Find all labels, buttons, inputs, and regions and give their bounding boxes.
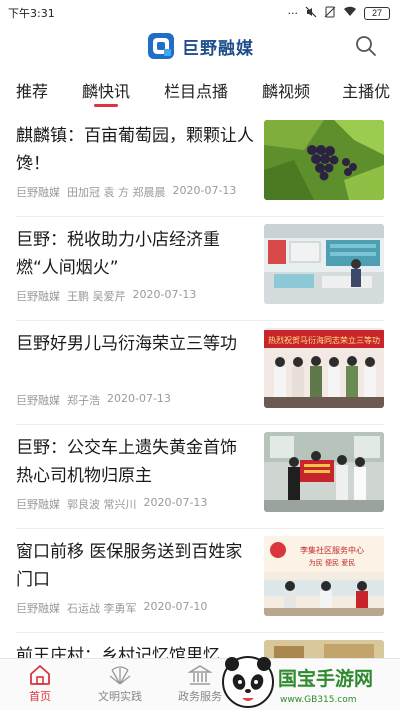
no-sim-icon <box>324 6 336 21</box>
active-tab-indicator <box>94 104 119 107</box>
status-bar: 下午3:31 ··· 27 <box>0 0 400 26</box>
tab-lin-news[interactable]: 麟快讯 <box>82 72 131 107</box>
news-date: 2020-07-13 <box>172 184 237 197</box>
tab-anchor[interactable]: 主播优 <box>342 72 390 102</box>
news-source: 巨野融媒 <box>16 290 60 303</box>
category-tabs: 推荐 麟快讯 栏目点播 麟视频 主播优 <box>0 72 400 110</box>
news-meta: 巨野融媒 郑子浩 2020-07-13 <box>16 392 171 408</box>
news-authors: 田加冠 袁 方 郑晨晨 <box>67 186 166 199</box>
tab-label: 麟快讯 <box>82 82 131 101</box>
tab-lin-video[interactable]: 麟视频 <box>262 72 310 102</box>
tab-label: 主播优 <box>342 82 391 101</box>
tab-column-vod[interactable]: 栏目点播 <box>164 72 228 102</box>
news-source: 巨野融媒 <box>16 602 60 615</box>
logo-icon <box>148 33 174 59</box>
news-meta: 巨野融媒 田加冠 袁 方 郑晨晨 2020-07-13 <box>16 184 236 200</box>
app-header: 巨野融媒 <box>0 26 400 66</box>
news-authors: 王鹏 吴爱芹 <box>67 290 126 303</box>
banner-subtext: 为民 便民 爱民 <box>309 558 355 567</box>
tab-recommend[interactable]: 推荐 <box>16 72 48 102</box>
civilization-icon <box>109 666 131 685</box>
news-authors: 石运战 李勇军 <box>67 602 137 615</box>
dots-icon: ··· <box>287 6 299 20</box>
wifi-icon <box>343 6 357 20</box>
news-source: 巨野融媒 <box>16 394 60 407</box>
news-item[interactable]: 麒麟镇：百亩葡萄园，颗颗让人馋！ 巨野融媒 田加冠 袁 方 郑晨晨 2020-0… <box>16 112 384 216</box>
news-meta: 巨野融媒 王鹏 吴爱芹 2020-07-13 <box>16 288 196 304</box>
watermark: 国宝手游网 www.GB315.com <box>220 652 396 710</box>
mute-icon <box>305 6 317 21</box>
news-title: 巨野好男儿马衍海荣立三等功 <box>16 334 237 354</box>
news-meta: 巨野融媒 石运战 李勇军 2020-07-10 <box>16 600 207 616</box>
watermark-brand: 国宝手游网 <box>278 667 373 690</box>
news-title: 窗口前移 医保服务送到百姓家门口 <box>16 542 243 590</box>
news-meta: 巨野融媒 郭良波 常兴川 2020-07-13 <box>16 496 207 512</box>
battery-icon: 27 <box>364 6 390 20</box>
news-title: 麒麟镇：百亩葡萄园，颗颗让人馋！ <box>16 126 254 174</box>
app-name: 巨野融媒 <box>182 38 254 59</box>
news-item[interactable]: 巨野好男儿马衍海荣立三等功 巨野融媒 郑子浩 2020-07-13 热烈祝贺马衍… <box>16 320 384 424</box>
news-item[interactable]: 巨野：公交车上遗失黄金首饰 热心司机物归原主 巨野融媒 郭良波 常兴川 2020… <box>16 424 384 528</box>
news-date: 2020-07-10 <box>143 600 208 613</box>
search-icon[interactable] <box>354 34 378 58</box>
news-thumbnail-bus-driver <box>264 432 384 512</box>
news-source: 巨野融媒 <box>16 186 60 199</box>
news-title: 巨野：公交车上遗失黄金首饰 热心司机物归原主 <box>16 438 237 486</box>
status-time: 下午3:31 <box>8 7 55 20</box>
news-date: 2020-07-13 <box>143 496 208 509</box>
tabbar-home[interactable]: 首页 <box>0 659 80 710</box>
news-title: 巨野：税收助力小店经济重燃“人间烟火” <box>16 230 220 278</box>
tab-label: 麟视频 <box>262 82 311 101</box>
banner-text: 李集社区服务中心 <box>300 545 364 555</box>
news-date: 2020-07-13 <box>107 392 171 405</box>
news-source: 巨野融媒 <box>16 498 60 511</box>
news-authors: 郭良波 常兴川 <box>67 498 137 511</box>
news-date: 2020-07-13 <box>132 288 197 301</box>
news-authors: 郑子浩 <box>67 394 100 407</box>
tab-label: 栏目点播 <box>164 82 229 101</box>
app-logo: 巨野融媒 <box>146 31 254 61</box>
tabbar-label: 文明实践 <box>98 690 142 703</box>
watermark-url: www.GB315.com <box>280 695 357 705</box>
news-thumbnail-store <box>264 224 384 304</box>
news-thumbnail-grapes <box>264 120 384 200</box>
government-icon <box>188 665 212 685</box>
home-icon <box>30 665 50 685</box>
news-item[interactable]: 巨野：税收助力小店经济重燃“人间烟火” 巨野融媒 王鹏 吴爱芹 2020-07-… <box>16 216 384 320</box>
tabbar-label: 首页 <box>29 690 51 703</box>
status-icons: ··· 27 <box>287 6 390 21</box>
tab-label: 推荐 <box>16 82 49 101</box>
tabbar-label: 政务服务 <box>178 690 222 703</box>
tabbar-civilization[interactable]: 文明实践 <box>80 659 160 710</box>
banner-text: 热烈祝贺马衍海同志荣立三等功 <box>268 335 380 345</box>
news-thumbnail-award: 热烈祝贺马衍海同志荣立三等功 <box>264 328 384 408</box>
news-thumbnail-service-center: 李集社区服务中心 为民 便民 爱民 <box>264 536 384 616</box>
news-item[interactable]: 窗口前移 医保服务送到百姓家门口 巨野融媒 石运战 李勇军 2020-07-10… <box>16 528 384 632</box>
